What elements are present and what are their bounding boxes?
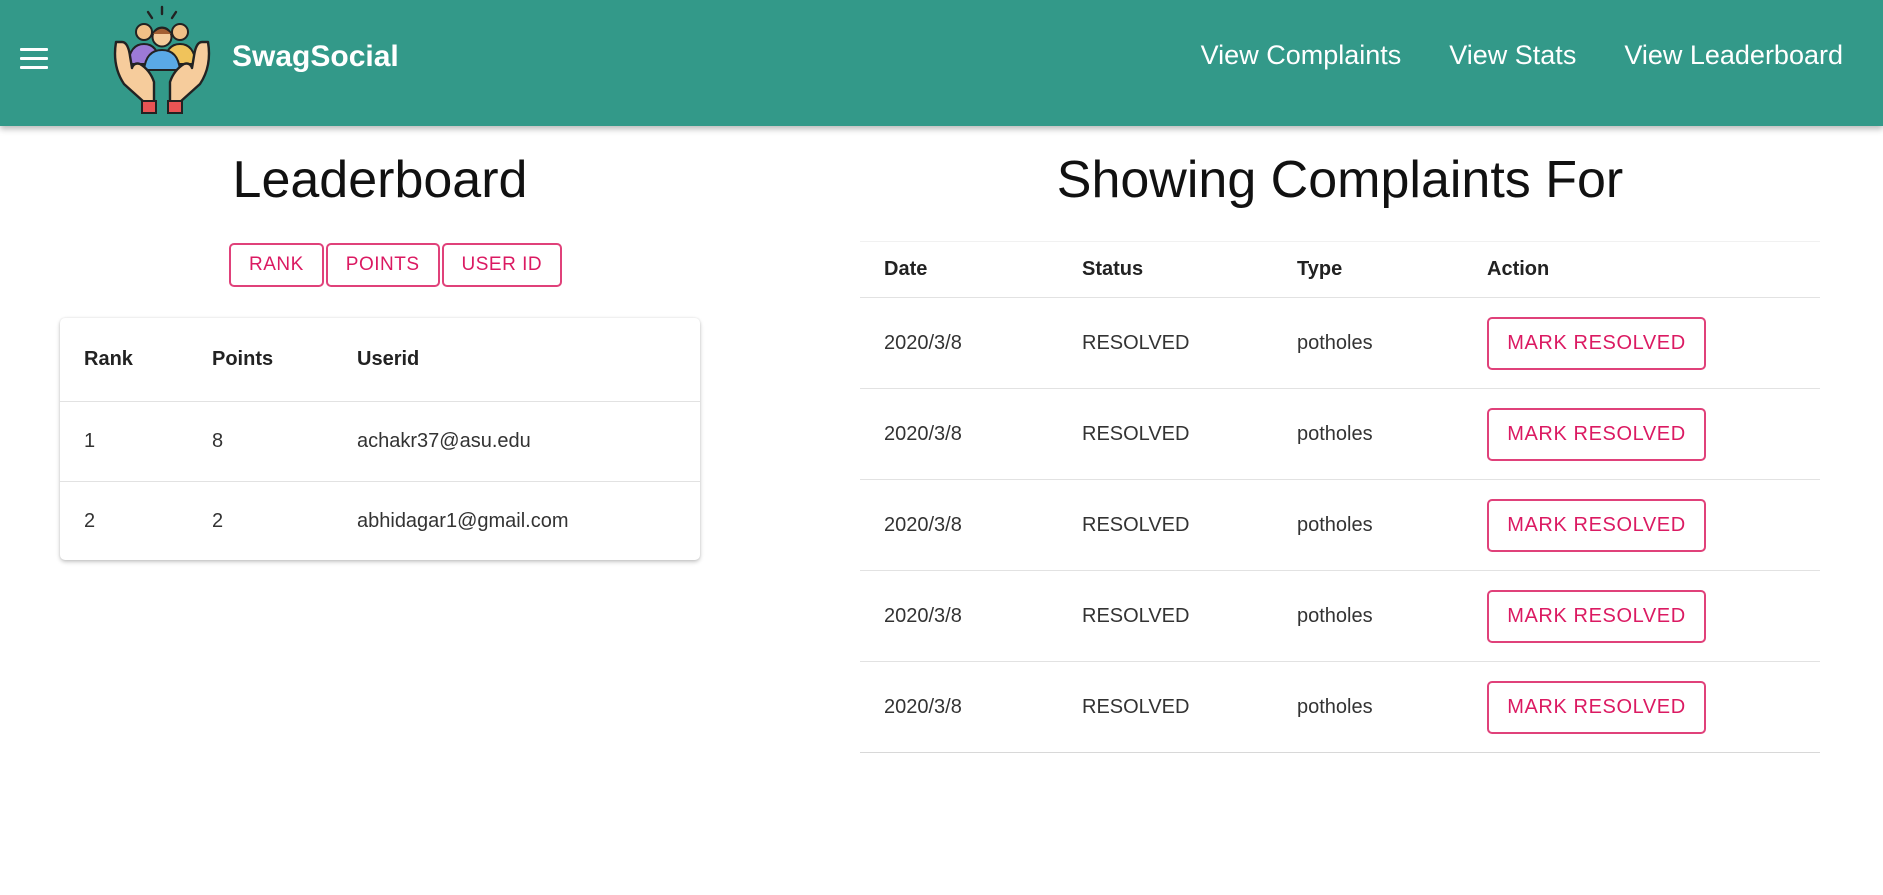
date-cell: 2020/3/8 <box>884 513 962 536</box>
menu-icon <box>20 66 48 69</box>
table-row: 1 8 achakr37@asu.edu <box>60 402 700 482</box>
userid-cell: abhidagar1@gmail.com <box>357 510 569 532</box>
top-nav: View Complaints View Stats View Leaderbo… <box>1201 40 1843 71</box>
sort-by-points-button[interactable]: POINTS <box>325 243 440 287</box>
complaints-table: Date Status Type Action 2020/3/8 RESOLVE… <box>860 241 1820 753</box>
sort-by-rank-button[interactable]: RANK <box>229 243 324 287</box>
status-cell: RESOLVED <box>1082 604 1190 627</box>
leaderboard-title: Leaderboard <box>232 151 528 209</box>
type-cell: potholes <box>1297 604 1373 627</box>
status-cell: RESOLVED <box>1082 331 1190 354</box>
action-cell: MARK RESOLVED <box>1487 316 1820 370</box>
status-cell: RESOLVED <box>1082 513 1190 536</box>
points-cell: 2 <box>212 510 224 532</box>
mark-resolved-button[interactable]: MARK RESOLVED <box>1487 498 1706 552</box>
nav-view-leaderboard[interactable]: View Leaderboard <box>1624 40 1843 71</box>
column-header-action: Action <box>1487 258 1550 280</box>
rank-cell: 1 <box>84 430 96 452</box>
date-cell: 2020/3/8 <box>884 604 962 627</box>
status-cell: RESOLVED <box>1082 695 1190 718</box>
date-cell: 2020/3/8 <box>884 422 962 445</box>
mark-resolved-button[interactable]: MARK RESOLVED <box>1487 316 1706 370</box>
userid-cell: achakr37@asu.edu <box>357 430 531 452</box>
menu-button[interactable] <box>14 43 54 75</box>
table-header-row: Date Status Type Action <box>860 241 1820 298</box>
table-header-row: Rank Points Userid <box>60 318 700 402</box>
table-row: 2020/3/8 RESOLVED potholes MARK RESOLVED <box>860 480 1820 571</box>
column-header-userid: Userid <box>357 348 420 370</box>
type-cell: potholes <box>1297 513 1373 536</box>
sort-by-user-id-button[interactable]: USER ID <box>441 243 563 287</box>
mark-resolved-button[interactable]: MARK RESOLVED <box>1487 680 1706 734</box>
table-row: 2020/3/8 RESOLVED potholes MARK RESOLVED <box>860 298 1820 389</box>
points-cell: 8 <box>212 430 224 452</box>
type-cell: potholes <box>1297 331 1373 354</box>
app-bar: SwagSocial View Complaints View Stats Vi… <box>0 0 1883 126</box>
type-cell: potholes <box>1297 695 1373 718</box>
date-cell: 2020/3/8 <box>884 331 962 354</box>
menu-icon <box>20 48 48 51</box>
column-header-points: Points <box>212 348 274 370</box>
app-title[interactable]: SwagSocial <box>232 40 399 74</box>
action-cell: MARK RESOLVED <box>1487 498 1820 552</box>
table-row: 2020/3/8 RESOLVED potholes MARK RESOLVED <box>860 662 1820 752</box>
column-header-status: Status <box>1082 258 1144 280</box>
column-header-rank: Rank <box>84 348 133 370</box>
table-row: 2 2 abhidagar1@gmail.com <box>60 482 700 561</box>
table-row: 2020/3/8 RESOLVED potholes MARK RESOLVED <box>860 571 1820 662</box>
column-header-date: Date <box>884 258 928 280</box>
mark-resolved-button[interactable]: MARK RESOLVED <box>1487 589 1706 643</box>
sort-button-group: RANK POINTS USER ID <box>229 243 563 287</box>
menu-icon <box>20 57 48 60</box>
complaints-title: Showing Complaints For <box>1056 151 1624 209</box>
mark-resolved-button[interactable]: MARK RESOLVED <box>1487 407 1706 461</box>
date-cell: 2020/3/8 <box>884 695 962 718</box>
rank-cell: 2 <box>84 510 96 532</box>
hands-holding-people-logo <box>113 5 211 114</box>
status-cell: RESOLVED <box>1082 422 1190 445</box>
table-row: 2020/3/8 RESOLVED potholes MARK RESOLVED <box>860 389 1820 480</box>
action-cell: MARK RESOLVED <box>1487 589 1820 643</box>
leaderboard-table: Rank Points Userid 1 8 achakr37@asu.edu … <box>60 318 700 560</box>
action-cell: MARK RESOLVED <box>1487 407 1820 461</box>
nav-view-stats[interactable]: View Stats <box>1449 40 1576 71</box>
action-cell: MARK RESOLVED <box>1487 680 1820 734</box>
type-cell: potholes <box>1297 422 1373 445</box>
column-header-type: Type <box>1297 258 1343 280</box>
nav-view-complaints[interactable]: View Complaints <box>1201 40 1402 71</box>
